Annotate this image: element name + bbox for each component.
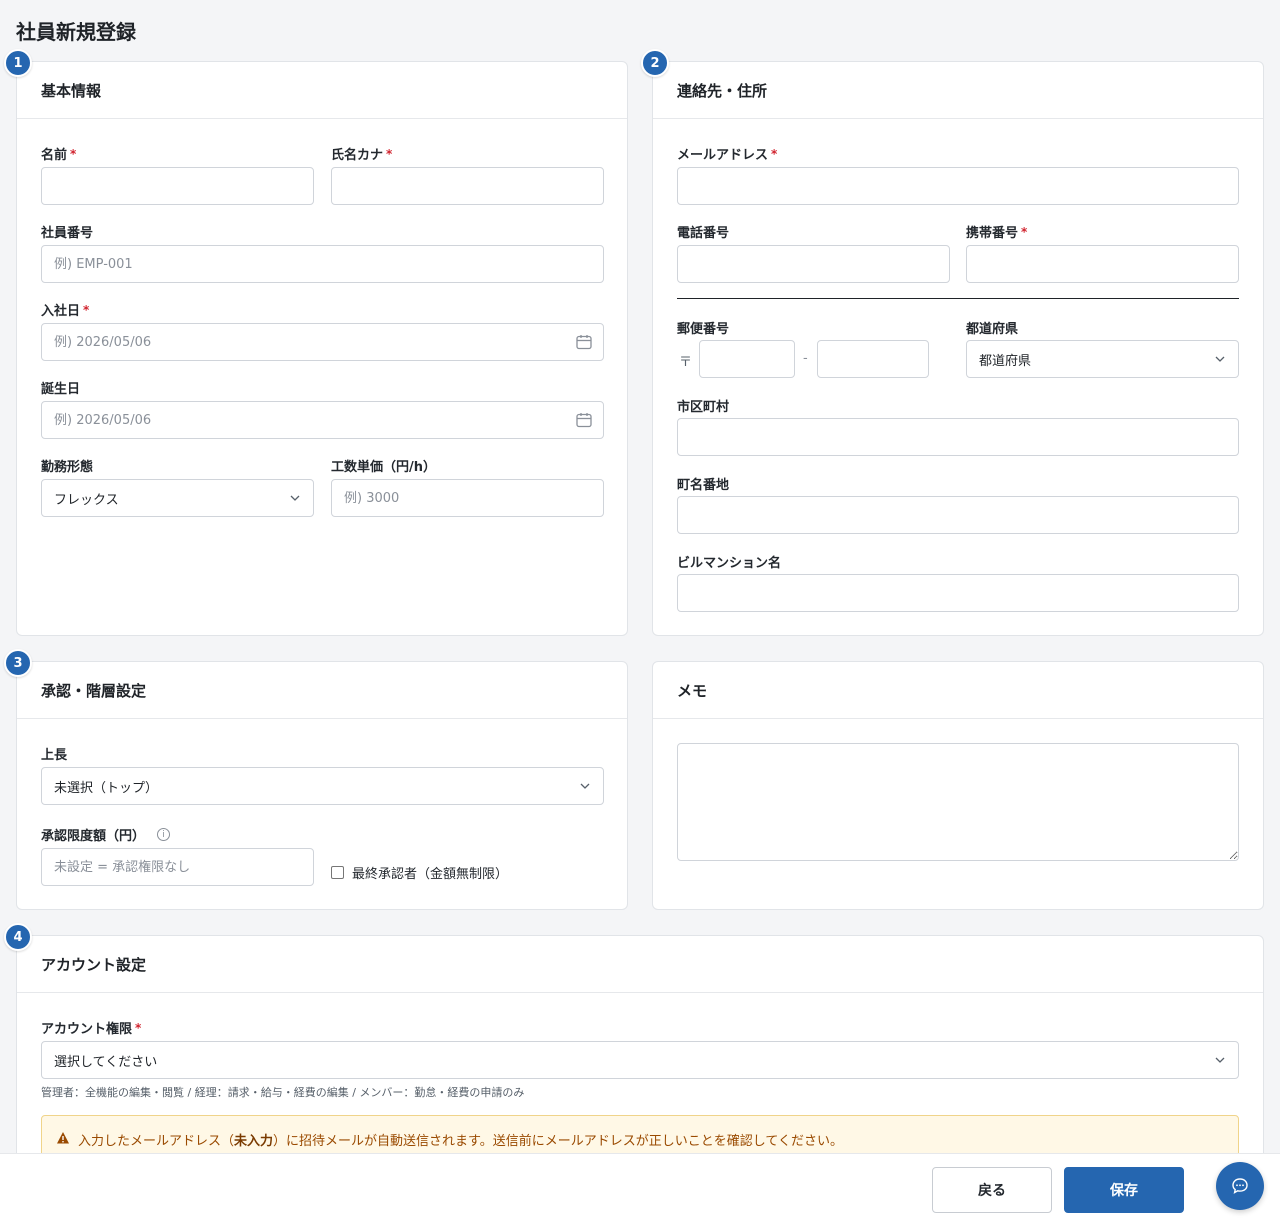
chevron-down-icon	[290, 495, 300, 501]
zip-separator: -	[803, 351, 808, 366]
name-label: 名前 *	[41, 146, 77, 164]
section-divider	[677, 298, 1239, 299]
section-number-badge: 4	[4, 923, 32, 951]
info-icon[interactable]: i	[157, 828, 171, 841]
chevron-down-icon	[1215, 1057, 1225, 1063]
street-label: 町名番地	[677, 478, 730, 493]
postal-mark-icon: 〒	[679, 355, 693, 370]
memo-card: メモ	[652, 661, 1264, 910]
employee-no-label: 社員番号	[41, 226, 94, 241]
boss-value: 未選択（トップ）	[54, 780, 159, 796]
final-approver-label: 最終承認者（金額無制限）	[352, 867, 509, 882]
phone-label: 電話番号	[677, 226, 730, 241]
save-button[interactable]: 保存	[1064, 1167, 1184, 1213]
section-number-badge: 1	[4, 49, 32, 77]
mobile-label: 携帯番号 *	[966, 224, 1028, 242]
chat-button[interactable]	[1216, 1162, 1264, 1210]
warning-text: 入力したメールアドレス（未入力）に招待メールが自動送信されます。送信前にメールア…	[78, 1134, 843, 1149]
basic-info-card: 基本情報 名前* 氏名カナ* 社員番号 入社日* 誕生日 勤務形態 フレックス …	[16, 61, 628, 636]
contact-card: 連絡先・住所 メールアドレス * 電話番号 携帯番号 * 郵便番号 〒 - 都道府県…	[652, 61, 1264, 636]
boss-select[interactable]: 未選択（トップ）	[41, 767, 604, 805]
mobile-input[interactable]	[966, 245, 1239, 283]
zip-label: 郵便番号	[677, 322, 730, 337]
contact-title: 連絡先・住所	[653, 62, 1263, 119]
work-style-select[interactable]: フレックス	[41, 479, 314, 517]
city-label: 市区町村	[677, 400, 730, 415]
boss-label: 上長	[41, 748, 68, 763]
chat-icon	[1232, 1178, 1248, 1194]
calendar-icon[interactable]	[575, 333, 593, 351]
warning-icon	[57, 1132, 69, 1144]
limit-label: 承認限度額（円） i	[41, 825, 171, 844]
zip-second-input[interactable]	[817, 340, 929, 378]
calendar-icon[interactable]	[575, 411, 593, 429]
chevron-down-icon	[1215, 356, 1225, 362]
basic-info-title: 基本情報	[17, 62, 627, 119]
kana-label: 氏名カナ *	[331, 146, 393, 164]
join-date-label: 入社日 *	[41, 302, 90, 320]
back-button[interactable]: 戻る	[932, 1167, 1052, 1213]
role-hint: 管理者：全機能の編集・閲覧 / 経理：請求・給与・経費の編集 / メンバー：勤怠…	[41, 1086, 525, 1099]
work-style-label: 勤務形態	[41, 460, 94, 475]
section-number-badge: 3	[4, 649, 32, 677]
building-label: ビルマンション名	[677, 556, 782, 571]
role-value: 選択してください	[54, 1054, 158, 1070]
email-input[interactable]	[677, 167, 1239, 205]
work-style-value: フレックス	[54, 492, 119, 508]
memo-title: メモ	[653, 662, 1263, 719]
section-number-badge: 2	[641, 49, 669, 77]
building-input[interactable]	[677, 574, 1239, 612]
birthday-label: 誕生日	[41, 382, 81, 397]
approval-card: 承認・階層設定 上長 未選択（トップ） 承認限度額（円） i 最終承認者（金額無…	[16, 661, 628, 910]
kana-input[interactable]	[331, 167, 604, 205]
birthday-input[interactable]	[41, 401, 604, 439]
role-label: アカウント権限 *	[41, 1020, 142, 1038]
page-title: 社員新規登録	[16, 20, 136, 44]
name-input[interactable]	[41, 167, 314, 205]
approval-title: 承認・階層設定	[17, 662, 627, 719]
city-input[interactable]	[677, 418, 1239, 456]
memo-textarea[interactable]	[677, 743, 1239, 861]
unit-price-label: 工数単価（円/h）	[331, 460, 437, 475]
zip-first-input[interactable]	[699, 340, 795, 378]
account-title: アカウント設定	[17, 936, 1263, 993]
prefecture-value: 都道府県	[979, 353, 1032, 369]
final-approver-checkbox[interactable]: 最終承認者（金額無制限）	[331, 863, 508, 882]
email-label: メールアドレス *	[677, 146, 778, 164]
street-input[interactable]	[677, 496, 1239, 534]
unit-price-input[interactable]	[331, 479, 604, 517]
chevron-down-icon	[580, 783, 590, 789]
join-date-input[interactable]	[41, 323, 604, 361]
prefecture-select[interactable]: 都道府県	[966, 340, 1239, 378]
checkbox-box[interactable]	[331, 866, 344, 879]
role-select[interactable]: 選択してください	[41, 1041, 1239, 1079]
employee-no-input[interactable]	[41, 245, 604, 283]
phone-input[interactable]	[677, 245, 950, 283]
form-footer: 戻る 保存	[0, 1153, 1280, 1225]
limit-input[interactable]	[41, 848, 314, 886]
prefecture-label: 都道府県	[966, 322, 1019, 337]
